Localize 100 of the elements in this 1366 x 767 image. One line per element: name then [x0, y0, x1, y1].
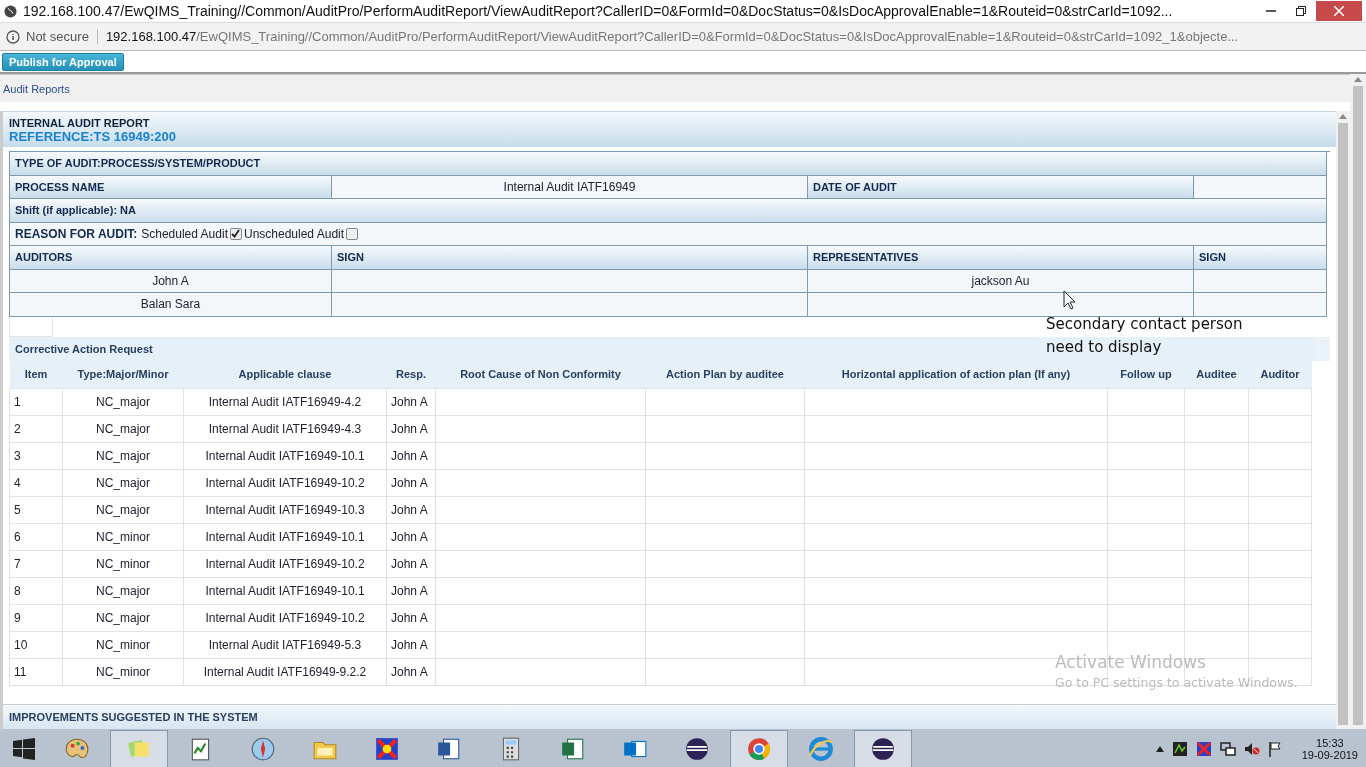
- windows-icon: [13, 738, 35, 760]
- table-cell: John A: [386, 604, 436, 631]
- table-cell: 11: [9, 658, 63, 685]
- report-reference: REFERENCE:TS 16949:200: [9, 129, 177, 144]
- field-label: REASON FOR AUDIT:: [15, 226, 138, 241]
- table-cell: NC_major: [62, 388, 184, 415]
- tray-app-icon[interactable]: [1195, 741, 1212, 757]
- table-cell: 5: [9, 496, 63, 523]
- close-icon: [1334, 6, 1344, 16]
- table-cell: Internal Audit IATF16949-4.3: [183, 415, 387, 442]
- column-header: Item: [9, 360, 63, 388]
- table-cell: Internal Audit IATF16949-10.2: [183, 604, 387, 631]
- up-caret-icon[interactable]: [1155, 746, 1164, 752]
- table-cell: 9: [9, 604, 63, 631]
- table-cell: 3: [9, 442, 63, 469]
- cursor-icon: [1063, 290, 1076, 310]
- table-cell: Internal Audit IATF16949-10.3: [183, 496, 387, 523]
- table-cell: Internal Audit IATF16949-9.2.2: [183, 658, 387, 685]
- app-icon: [374, 736, 400, 762]
- table-cell: Internal Audit IATF16949: [332, 175, 808, 199]
- empty-box: [9, 316, 53, 337]
- table-cell: John A: [386, 631, 436, 658]
- table-cell: John A: [386, 577, 436, 604]
- table-cell: NC_major: [62, 496, 184, 523]
- table-cell: PROCESS NAME: [10, 175, 332, 199]
- striped-sphere-icon: [870, 736, 896, 762]
- url-field[interactable]: 192.168.100.47/EwQIMS_Training//Common/AuditPro/PerformAuditReport/ViewAuditReport?CallerID=0&FormId=0&DocStatus=0&IsDocApprovalEnable=1&Routeid=0&strCarId=1092_1&objecte...: [105, 29, 1239, 44]
- table-cell: DATE OF AUDIT: [808, 175, 1194, 199]
- network-icon[interactable]: [1219, 741, 1236, 757]
- restore-icon: [1296, 6, 1306, 16]
- scrollbar[interactable]: [1336, 111, 1350, 729]
- clock[interactable]: 15:33 19-09-2019: [1301, 737, 1358, 761]
- table-cell: Internal Audit IATF16949-10.2: [183, 550, 387, 577]
- checkbox[interactable]: [230, 227, 242, 240]
- browser-icon: [746, 736, 772, 762]
- volume-muted-icon[interactable]: [1243, 741, 1260, 757]
- table-cell: Internal Audit IATF16949-4.2: [183, 388, 387, 415]
- checkbox-label: Scheduled Audit: [141, 226, 228, 241]
- table-cell: John A: [10, 269, 332, 293]
- scroll-up-icon: [1354, 77, 1362, 82]
- scroll-up-icon: [1339, 114, 1347, 119]
- info-icon: [6, 29, 20, 44]
- table-cell: 6: [9, 523, 63, 550]
- table-cell: 1: [9, 388, 63, 415]
- breadcrumb-link[interactable]: Audit Reports: [3, 82, 70, 95]
- table-cell: NC_minor: [62, 523, 184, 550]
- table-cell: TYPE OF AUDIT:PROCESS/SYSTEM/PRODUCT: [10, 152, 1327, 176]
- flag-icon[interactable]: [1267, 741, 1282, 757]
- clock-time: 15:33: [1316, 737, 1344, 749]
- column-header: Applicable clause: [183, 360, 387, 388]
- table-cell: Internal Audit IATF16949-10.2: [183, 469, 387, 496]
- checkbox-label: Unscheduled Audit: [244, 226, 345, 241]
- table-cell: Internal Audit IATF16949-10.1: [183, 523, 387, 550]
- compass-icon: [250, 736, 276, 762]
- table-cell: NC_minor: [62, 631, 184, 658]
- column-header: Type:Major/Minor: [62, 360, 184, 388]
- column-header: Auditor: [1248, 360, 1312, 388]
- activation-title: Activate Windows: [1055, 652, 1207, 672]
- security-indicator[interactable]: Not secure: [6, 29, 98, 44]
- spreadsheet-icon: [560, 736, 586, 762]
- table-cell: Balan Sara: [10, 293, 332, 317]
- table-cell: NC_minor: [62, 658, 184, 685]
- close-button[interactable]: [1316, 1, 1362, 21]
- column-header: Action Plan by auditee: [645, 360, 805, 388]
- table-cell: Internal Audit IATF16949-10.1: [183, 577, 387, 604]
- table-cell: 2: [9, 415, 63, 442]
- table-cell: John A: [386, 469, 436, 496]
- column-header: Root Cause of Non Conformity: [435, 360, 646, 388]
- table-cell: NC_major: [62, 577, 184, 604]
- table-cell: Internal Audit IATF16949-10.1: [183, 442, 387, 469]
- table-cell: REPRESENTATIVES: [808, 246, 1194, 270]
- table-cell: NC_minor: [62, 550, 184, 577]
- table-cell: Shift (if applicable): NA: [10, 199, 1327, 223]
- table-cell: 8: [9, 577, 63, 604]
- annotation-text: Secondary contact person need to display: [1046, 314, 1244, 358]
- globe-icon: [4, 4, 17, 18]
- window-title: 192.168.100.47/EwQIMS_Training//Common/AuditPro/PerformAuditReport/ViewAuditReport?CallerID=0&FormId=0&DocStatus=0&IsDocApprovalEnable=1&Routeid=0&strCarId=1092...: [23, 3, 1174, 19]
- report-title: INTERNAL AUDIT REPORT: [9, 117, 151, 129]
- column-header: Follow up: [1107, 360, 1185, 388]
- table-cell: 4: [9, 469, 63, 496]
- column-header: Horizontal application of action plan (If any): [804, 360, 1108, 388]
- table-cell: John A: [386, 523, 436, 550]
- checkbox[interactable]: [346, 227, 359, 240]
- clock-date: 19-09-2019: [1301, 749, 1358, 761]
- activation-text: Go to PC settings to activate Windows.: [1055, 675, 1298, 690]
- striped-sphere-icon: [684, 736, 710, 762]
- table-cell: John A: [386, 442, 436, 469]
- table-cell: 10: [9, 631, 63, 658]
- table-cell: John A: [386, 658, 436, 685]
- table-cell: NC_major: [62, 415, 184, 442]
- scrollbar[interactable]: [1350, 74, 1366, 729]
- table-cell: John A: [386, 415, 436, 442]
- table-cell: jackson Au: [808, 269, 1194, 293]
- tray-app-icon[interactable]: [1171, 741, 1188, 757]
- table-cell: John A: [386, 550, 436, 577]
- table-cell: NC_major: [62, 604, 184, 631]
- table-cell: Internal Audit IATF16949-5.3: [183, 631, 387, 658]
- taskbar-button[interactable]: [854, 730, 912, 767]
- column-header: Auditee: [1184, 360, 1249, 388]
- table-cell: AUDITORS: [10, 246, 332, 270]
